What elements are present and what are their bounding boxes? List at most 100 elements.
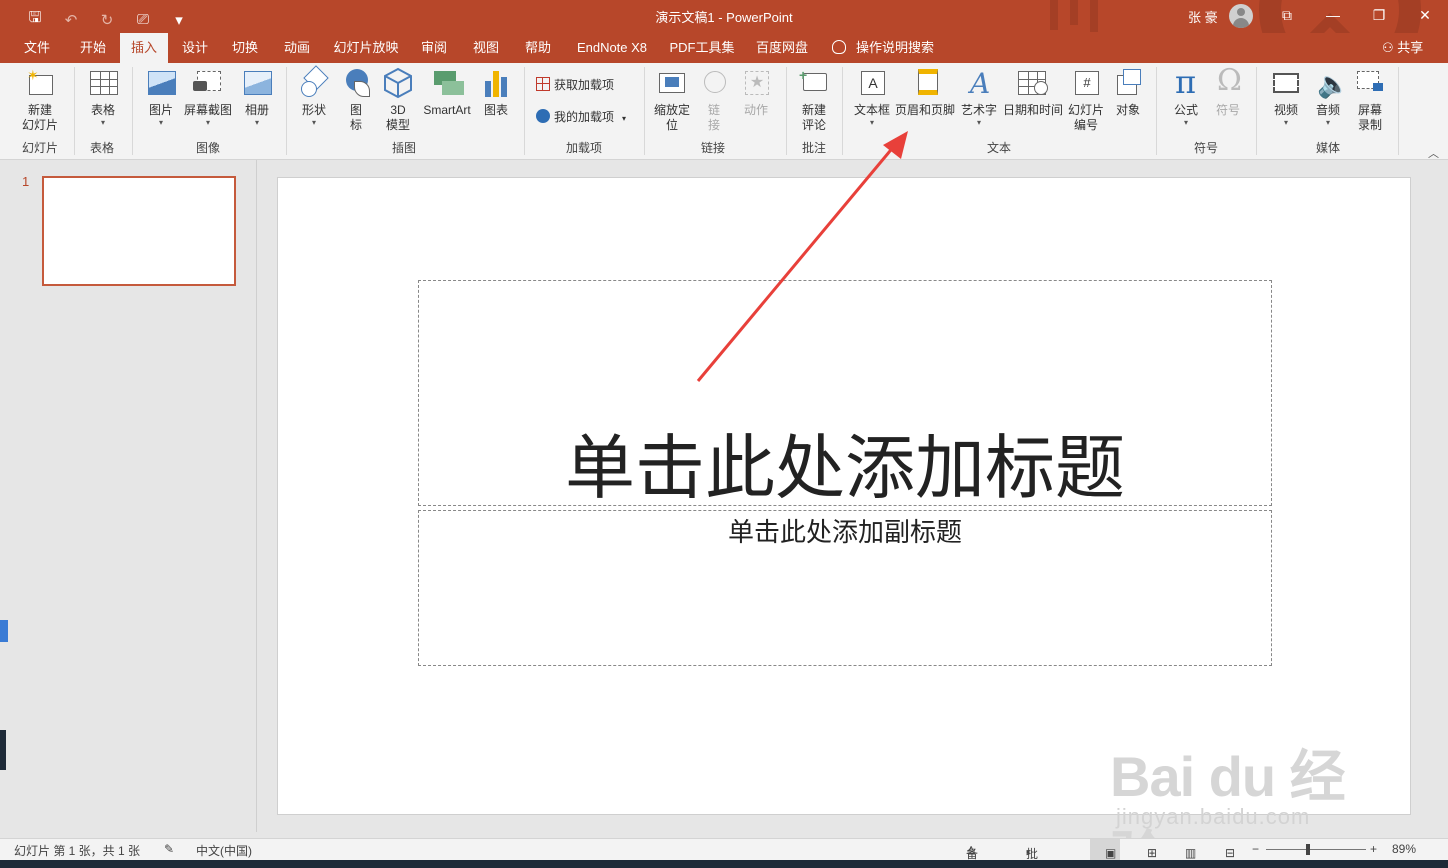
screen-recording-button[interactable]: 屏幕 录制 <box>1350 67 1390 133</box>
get-addins-button[interactable]: 获取加载项 <box>536 75 614 95</box>
action-button[interactable]: ★ 动作 <box>736 67 776 118</box>
new-slide-label: 新建 幻灯片 <box>21 103 58 132</box>
zoom-icon <box>655 67 689 99</box>
spelling-check-icon[interactable]: ✎ <box>164 842 174 856</box>
calendar-icon <box>1016 67 1050 99</box>
screenshot-button[interactable]: 屏幕截图 ▾ <box>182 67 234 128</box>
tab-help[interactable]: 帮助 <box>516 33 560 63</box>
object-button[interactable]: 对象 <box>1110 67 1146 118</box>
textbox-button[interactable]: A 文本框 ▾ <box>852 67 892 128</box>
tab-insert[interactable]: 插入 <box>120 33 168 63</box>
picture-button[interactable]: 图片 ▾ <box>142 67 180 128</box>
wordart-button[interactable]: A 艺术字 ▾ <box>960 67 998 128</box>
header-footer-label: 页眉和页脚 <box>894 103 955 117</box>
avatar[interactable] <box>1229 4 1253 28</box>
symbol-button[interactable]: Ω 符号 <box>1208 63 1248 118</box>
zoom-slider[interactable] <box>1266 849 1366 850</box>
screenshot-icon <box>191 67 225 99</box>
textbox-label: 文本框 <box>853 103 890 117</box>
slide-number-button[interactable]: # 幻灯片 编号 <box>1066 67 1106 133</box>
my-addins-icon <box>536 109 550 123</box>
audio-button[interactable]: 🔈 音频 ▾ <box>1308 67 1350 128</box>
object-icon <box>1111 67 1145 99</box>
slideshow-button[interactable]: ⊟ <box>1210 839 1240 861</box>
3d-models-label: 3D 模型 <box>385 103 410 132</box>
group-addins-label: 加载项 <box>565 141 602 155</box>
table-button[interactable]: 表格 ▾ <box>84 67 122 128</box>
header-footer-button[interactable]: 页眉和页脚 <box>894 67 956 118</box>
date-time-label: 日期和时间 <box>1002 103 1063 117</box>
screen-recording-icon <box>1353 67 1387 99</box>
language-indicator[interactable]: 中文(中国) <box>196 842 252 859</box>
left-edge-tab <box>0 620 8 642</box>
tell-me-search[interactable]: 操作说明搜索 <box>832 33 942 63</box>
pi-icon: π <box>1175 63 1197 101</box>
pane-splitter[interactable] <box>256 160 257 832</box>
shapes-icon <box>297 65 331 99</box>
photo-album-button[interactable]: 相册 ▾ <box>238 67 276 128</box>
screenshot-label: 屏幕截图 <box>183 103 232 117</box>
tab-view[interactable]: 视图 <box>464 33 508 63</box>
tab-animations[interactable]: 动画 <box>274 33 320 63</box>
smartart-button[interactable]: SmartArt <box>420 67 474 118</box>
icons-button[interactable]: 图 标 <box>340 67 372 133</box>
zoom-button[interactable]: 缩放定 位 <box>650 67 694 133</box>
share-button[interactable]: ⚇ 共享 <box>1382 33 1423 63</box>
chart-button[interactable]: 图表 <box>478 67 514 118</box>
table-icon <box>86 67 120 99</box>
date-time-button[interactable]: 日期和时间 <box>1002 67 1064 118</box>
close-icon[interactable]: ✕ <box>1414 4 1436 26</box>
equation-button[interactable]: π 公式 ▾ <box>1166 63 1206 128</box>
slide-number-label: 幻灯片 编号 <box>1067 103 1104 132</box>
tab-endnote[interactable]: EndNote X8 <box>568 33 656 63</box>
restore-icon[interactable]: ❐ <box>1368 4 1390 26</box>
textbox-icon: A <box>855 67 889 99</box>
shapes-button[interactable]: 形状 ▾ <box>294 65 334 128</box>
zoom-level[interactable]: 89% <box>1392 842 1416 856</box>
video-button[interactable]: 视频 ▾ <box>1266 67 1306 128</box>
ribbon-display-options-icon[interactable]: ⧉ <box>1276 4 1298 26</box>
normal-view-button[interactable]: ▣ <box>1090 839 1120 861</box>
link-button[interactable]: 链 接 <box>698 67 730 133</box>
new-comment-button[interactable]: + 新建 评论 <box>794 67 834 133</box>
symbol-label: 符号 <box>1215 103 1240 117</box>
slide-sorter-button[interactable]: ⊞ <box>1132 839 1162 861</box>
minimize-icon[interactable]: — <box>1322 4 1344 26</box>
tab-slideshow[interactable]: 幻灯片放映 <box>328 33 404 63</box>
new-slide-button[interactable]: ✶ 新建 幻灯片 <box>14 67 66 133</box>
tab-file[interactable]: 文件 <box>12 33 62 63</box>
zoom-out-button[interactable]: − <box>1252 842 1259 856</box>
status-bar: 幻灯片 第 1 张，共 1 张 ✎ 中文(中国) ≙ 备注 ▪ 批注 ▣ ⊞ ▥… <box>0 838 1448 868</box>
tab-pdf-tools[interactable]: PDF工具集 <box>664 33 740 63</box>
3d-models-button[interactable]: 3D 模型 <box>380 67 416 133</box>
zoom-in-button[interactable]: + <box>1370 842 1377 856</box>
object-label: 对象 <box>1115 103 1140 117</box>
tab-baidu-netdisk[interactable]: 百度网盘 <box>748 33 816 63</box>
group-images-label: 图像 <box>195 141 220 155</box>
tab-home[interactable]: 开始 <box>68 33 118 63</box>
group-tables-label: 表格 <box>89 141 114 155</box>
smartart-label: SmartArt <box>423 103 471 117</box>
reading-view-button[interactable]: ▥ <box>1170 839 1200 861</box>
audio-label: 音频 <box>1315 103 1340 117</box>
group-text-label: 文本 <box>986 141 1011 155</box>
collapse-ribbon-icon[interactable]: ︿ <box>1428 145 1439 161</box>
tab-transitions[interactable]: 切换 <box>222 33 268 63</box>
tab-review[interactable]: 审阅 <box>412 33 456 63</box>
wordart-icon: A <box>970 67 991 100</box>
shapes-label: 形状 <box>301 103 326 117</box>
slide-thumbnail[interactable] <box>42 176 236 286</box>
zoom-label: 缩放定 位 <box>653 103 690 132</box>
speaker-icon: 🔈 <box>1317 69 1350 99</box>
user-name[interactable]: 张 豪 <box>1188 7 1218 26</box>
my-addins-button[interactable]: 我的加载项 ▾ <box>536 107 626 127</box>
comment-icon: + <box>797 67 831 99</box>
tell-me-label: 操作说明搜索 <box>856 40 935 55</box>
wordart-label: 艺术字 <box>960 103 997 117</box>
group-illustrations-label: 插图 <box>391 141 416 155</box>
group-slides-label: 幻灯片 <box>21 141 58 155</box>
omega-icon: Ω <box>1217 63 1242 98</box>
slide-count: 幻灯片 第 1 张，共 1 张 <box>14 844 141 858</box>
tab-design[interactable]: 设计 <box>172 33 218 63</box>
zoom-slider-thumb[interactable] <box>1306 844 1310 855</box>
